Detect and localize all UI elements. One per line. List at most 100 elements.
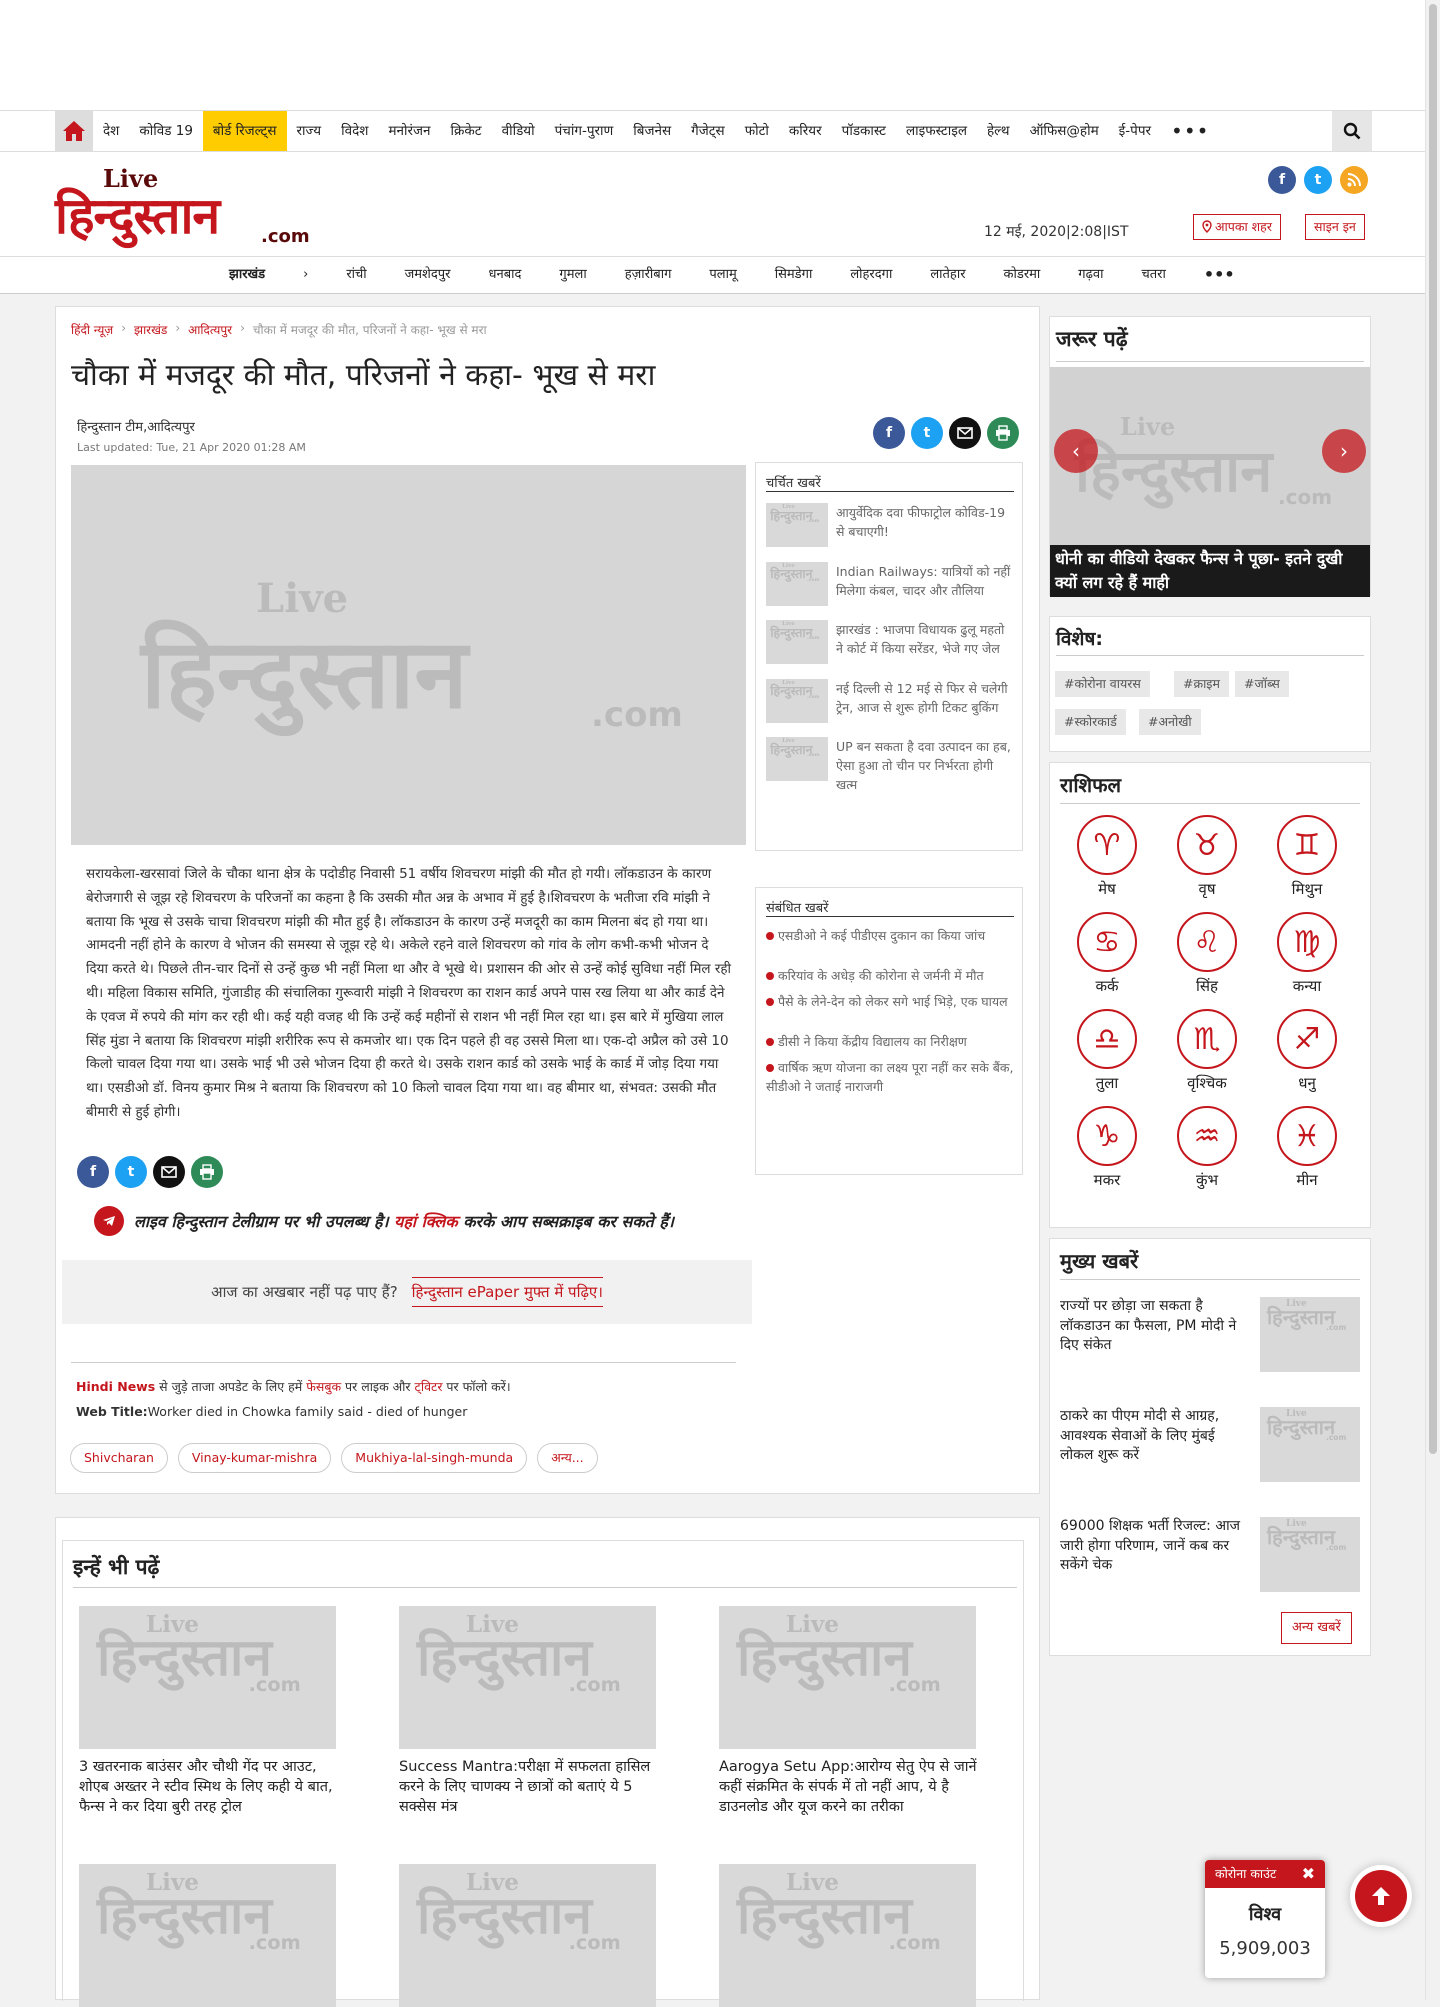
rashi-8[interactable]: ♏ वृश्चिक — [1162, 1009, 1252, 1099]
topnav-more-button[interactable]: ••• — [1161, 114, 1219, 148]
rashi-3[interactable]: ♊ मिथुन — [1262, 815, 1352, 905]
twitter-link[interactable]: ट्विटर — [415, 1379, 443, 1394]
share-email-icon[interactable] — [949, 417, 981, 449]
topnav-item[interactable]: गैजेट्स — [681, 111, 735, 151]
topnav-item[interactable]: पॉडकास्ट — [832, 111, 896, 151]
telegram-link[interactable]: यहां क्लिक — [394, 1212, 458, 1231]
article-tag[interactable]: Mukhiya-lal-singh-munda — [341, 1443, 528, 1473]
scrollbar[interactable] — [1425, 0, 1440, 2000]
topnav-item[interactable]: बोर्ड रिजल्ट्स — [202, 111, 287, 151]
topnav-item[interactable]: मनोरंजन — [378, 111, 440, 151]
topnav-item[interactable]: ऑफिस@होम — [1020, 111, 1109, 151]
share-email-icon[interactable] — [153, 1156, 185, 1188]
close-icon[interactable]: ✖ — [1302, 1860, 1315, 1888]
share-facebook-icon[interactable]: f — [873, 417, 905, 449]
breadcrumb-item[interactable]: हिंदी न्यूज़ — [71, 321, 113, 338]
subnav-state[interactable]: झारखंड — [210, 257, 284, 293]
subnav-item[interactable]: कोडरमा — [985, 257, 1060, 293]
article-tag[interactable]: Vinay-kumar-mishra — [177, 1443, 332, 1473]
topnav-item[interactable]: फोटो — [735, 111, 779, 151]
topnav-item[interactable]: करियर — [779, 111, 832, 151]
facebook-link[interactable]: फेसबुक — [306, 1379, 341, 1394]
rashi-6[interactable]: ♍ कन्या — [1262, 912, 1352, 1002]
article-tag[interactable]: अन्य... — [537, 1443, 598, 1473]
special-tag[interactable]: #अनोखी — [1139, 709, 1201, 735]
subnav-item[interactable]: लातेहार — [911, 257, 984, 293]
rashi-4[interactable]: ♋ कर्क — [1062, 912, 1152, 1002]
topnav-item[interactable]: क्रिकेट — [441, 111, 492, 151]
also-read-card[interactable]: Live हिन्दुस्तान .com Success Mantra:परीक्ष… — [399, 1606, 664, 1817]
search-button[interactable] — [1332, 111, 1372, 151]
twitter-icon[interactable]: t — [1304, 166, 1332, 194]
topnav-item[interactable]: ई-पेपर — [1109, 111, 1161, 151]
subnav-item[interactable]: चतरा — [1123, 257, 1185, 293]
related-item[interactable]: डीसी ने किया केंद्रीय विद्यालय का निरीक्… — [766, 1032, 1016, 1051]
trending-item[interactable]: Live हिन्दुस्तान .com झारखंड : भाजपा विधायक… — [766, 620, 1011, 676]
share-twitter-icon[interactable]: t — [911, 417, 943, 449]
article-tag[interactable]: Shivcharan — [70, 1443, 168, 1473]
slider-next-button[interactable]: › — [1322, 429, 1366, 473]
also-read-card[interactable]: Live हिन्दुस्तान .com — [719, 1864, 984, 2007]
topnav-item[interactable]: विदेश — [331, 111, 378, 151]
subnav-item[interactable]: हज़ारीबाग — [606, 257, 691, 293]
special-tag[interactable]: #क्राइम — [1174, 671, 1229, 697]
subnav-item[interactable]: गुमला — [540, 257, 605, 293]
share-twitter-icon[interactable]: t — [115, 1156, 147, 1188]
rashi-7[interactable]: ♎ तुला — [1062, 1009, 1152, 1099]
related-item[interactable]: एसडीओ ने कई पीडीएस दुकान का किया जांच — [766, 926, 1016, 945]
subnav-item[interactable]: गढ़वा — [1059, 257, 1122, 293]
share-print-icon[interactable] — [191, 1156, 223, 1188]
subnav-item[interactable]: धनबाद — [470, 257, 541, 293]
special-tag[interactable]: #स्कोरकार्ड — [1055, 709, 1126, 735]
related-item[interactable]: करियांव के अधेड़ की कोरोना से जर्मनी में… — [766, 966, 1016, 985]
also-read-card[interactable]: Live हिन्दुस्तान .com Aarogya Setu App:आरोग… — [719, 1606, 984, 1817]
special-tag[interactable]: #जॉब्स — [1235, 671, 1289, 697]
site-logo[interactable]: Live हिन्दुस्तान .com — [55, 164, 335, 247]
share-facebook-icon[interactable]: f — [77, 1156, 109, 1188]
main-news-item[interactable]: राज्यों पर छोड़ा जा सकता है लॉकडाउन का फ… — [1060, 1297, 1360, 1377]
share-print-icon[interactable] — [987, 417, 1019, 449]
subnav-item[interactable]: रांची — [327, 257, 385, 293]
main-news-item[interactable]: ठाकरे का पीएम मोदी से आग्रह, आवश्यक सेवा… — [1060, 1407, 1360, 1487]
scrollbar-thumb[interactable] — [1429, 4, 1437, 1454]
subnav-more-button[interactable]: ••• — [1185, 257, 1254, 293]
topnav-item[interactable]: लाइफस्टाइल — [896, 111, 977, 151]
topnav-item[interactable]: राज्य — [287, 111, 332, 151]
related-item[interactable]: वार्षिक ऋण योजना का लक्ष्य पूरा नहीं कर … — [766, 1058, 1016, 1096]
also-read-card[interactable]: Live हिन्दुस्तान .com — [399, 1864, 664, 2007]
subnav-item[interactable]: सिमडेगा — [756, 257, 832, 293]
topnav-item[interactable]: हेल्थ — [977, 111, 1020, 151]
subnav-item[interactable]: पलामू — [690, 257, 755, 293]
topnav-item[interactable]: देश — [93, 111, 129, 151]
special-tag[interactable]: #कोरोना वायरस — [1055, 671, 1150, 697]
topnav-item[interactable]: पंचांग-पुराण — [545, 111, 624, 151]
must-read-caption[interactable]: धोनी का वीडियो देखकर फैन्स ने पूछा- इतने… — [1050, 545, 1370, 597]
subnav-item[interactable]: लोहरदगा — [831, 257, 911, 293]
also-read-card[interactable]: Live हिन्दुस्तान .com 3 खतरनाक बाउंसर और चौ… — [79, 1606, 344, 1817]
rashi-10[interactable]: ♑ मकर — [1062, 1106, 1152, 1196]
trending-item[interactable]: Live हिन्दुस्तान .com आयुर्वेदिक दवा फीफाट्… — [766, 503, 1011, 559]
rashi-11[interactable]: ♒ कुंभ — [1162, 1106, 1252, 1196]
slider-prev-button[interactable]: ‹ — [1054, 429, 1098, 473]
breadcrumb-item[interactable]: झारखंड — [134, 321, 167, 338]
trending-item[interactable]: Live हिन्दुस्तान .com UP बन सकता है दवा उत्… — [766, 737, 1011, 793]
subnav-item[interactable]: जमशेदपुर — [386, 257, 470, 293]
breadcrumb-item[interactable]: आदित्यपुर — [188, 321, 232, 338]
also-read-card[interactable]: Live हिन्दुस्तान .com — [79, 1864, 344, 2007]
rashi-12[interactable]: ♓ मीन — [1262, 1106, 1352, 1196]
rashi-5[interactable]: ♌ सिंह — [1162, 912, 1252, 1002]
scroll-to-top-button[interactable] — [1355, 1870, 1407, 1922]
topnav-item[interactable]: कोविड 19 — [129, 111, 203, 151]
more-news-button[interactable]: अन्य खबरें — [1281, 1612, 1352, 1644]
your-city-button[interactable]: आपका शहर — [1193, 214, 1281, 240]
trending-item[interactable]: Live हिन्दुस्तान .com Indian Railways: यात्… — [766, 561, 1011, 618]
epaper-link[interactable]: हिन्दुस्तान ePaper मुफ्त में पढ़िए। — [411, 1277, 603, 1307]
home-button[interactable] — [55, 111, 93, 151]
facebook-icon[interactable]: f — [1268, 166, 1296, 194]
rss-icon[interactable] — [1340, 166, 1368, 194]
topnav-item[interactable]: वीडियो — [492, 111, 545, 151]
main-news-item[interactable]: 69000 शिक्षक भर्ती रिजल्ट: आज जारी होगा … — [1060, 1517, 1360, 1597]
topnav-item[interactable]: बिजनेस — [623, 111, 681, 151]
rashi-9[interactable]: ♐ धनु — [1262, 1009, 1352, 1099]
rashi-1[interactable]: ♈ मेष — [1062, 815, 1152, 905]
